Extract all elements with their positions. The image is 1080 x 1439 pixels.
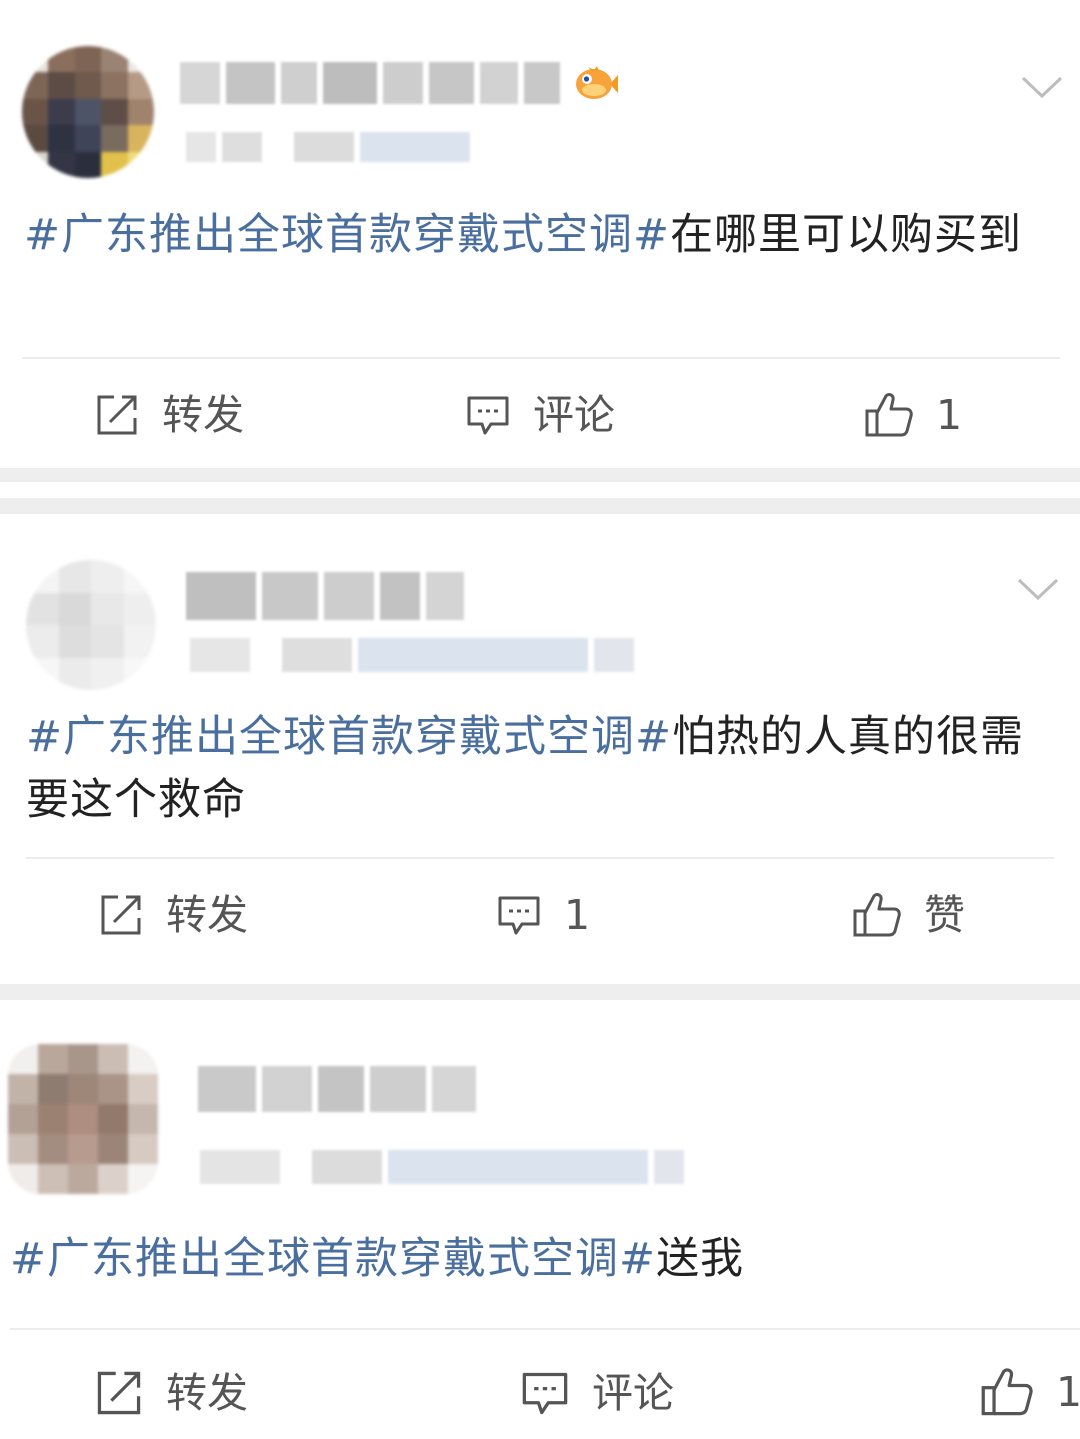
post-card: #广东推出全球首款穿戴式空调#送我 转发 评论 1: [0, 1000, 1080, 1439]
post-meta: [190, 638, 670, 672]
thumbs-up-icon: [865, 393, 913, 437]
post-text: #广东推出全球首款穿戴式空调#在哪里可以购买到: [24, 204, 1024, 267]
hashtag-link[interactable]: #广东推出全球首款穿戴式空调#: [24, 210, 670, 260]
username[interactable]: [180, 62, 560, 104]
like-button[interactable]: 赞: [852, 890, 965, 940]
comment-button[interactable]: 1: [496, 890, 590, 940]
divider: [22, 357, 1060, 359]
comment-icon: [498, 896, 540, 935]
like-count: 1: [936, 391, 963, 439]
like-count: 1: [1056, 1368, 1080, 1416]
repost-button[interactable]: 转发: [98, 890, 248, 940]
hashtag-link[interactable]: #广东推出全球首款穿戴式空调#: [26, 712, 672, 762]
like-label: 赞: [924, 891, 965, 939]
comment-icon: [467, 396, 509, 435]
comment-button[interactable]: 评论: [465, 390, 615, 440]
feed-separator: [0, 468, 1080, 482]
comment-label: 评论: [533, 391, 615, 439]
share-edit-icon: [97, 395, 137, 435]
avatar[interactable]: [26, 560, 156, 690]
comment-button[interactable]: 评论: [520, 1368, 674, 1418]
fish-badge-icon: [576, 66, 618, 99]
like-button[interactable]: 1: [980, 1366, 1080, 1418]
comment-icon: [522, 1372, 568, 1415]
share-edit-icon: [97, 1371, 141, 1415]
repost-label: 转发: [162, 391, 244, 439]
post-card: #广东推出全球首款穿戴式空调#怕热的人真的很需要这个救命 转发 1 赞: [0, 514, 1080, 984]
chevron-down-icon[interactable]: [1016, 576, 1060, 602]
like-button[interactable]: 1: [864, 390, 962, 440]
post-body-text: 在哪里可以购买到: [670, 210, 1023, 260]
hashtag-link[interactable]: #广东推出全球首款穿戴式空调#: [10, 1234, 656, 1284]
avatar[interactable]: [8, 1044, 158, 1194]
chevron-down-icon[interactable]: [1020, 74, 1064, 100]
feed-separator: [0, 984, 1080, 1000]
share-edit-icon: [101, 895, 141, 935]
comment-count: 1: [564, 891, 591, 939]
post-meta: [186, 132, 486, 162]
post-card: #广东推出全球首款穿戴式空调#在哪里可以购买到 转发 评论 1: [0, 0, 1080, 468]
feed-separator: [0, 498, 1080, 514]
comment-label: 评论: [592, 1369, 674, 1417]
post-meta: [200, 1150, 690, 1184]
post-text: #广东推出全球首款穿戴式空调#送我: [10, 1228, 1070, 1291]
post-text: #广东推出全球首款穿戴式空调#怕热的人真的很需要这个救命: [26, 706, 1056, 832]
post-body-text: 送我: [656, 1234, 745, 1284]
divider: [10, 1328, 1080, 1330]
thumbs-up-icon: [981, 1368, 1033, 1416]
username[interactable]: [186, 572, 466, 620]
repost-button[interactable]: 转发: [94, 390, 244, 440]
username[interactable]: [198, 1066, 498, 1112]
repost-label: 转发: [166, 1369, 248, 1417]
divider: [26, 857, 1054, 859]
avatar[interactable]: [22, 46, 154, 178]
repost-label: 转发: [166, 891, 248, 939]
thumbs-up-icon: [853, 893, 901, 937]
repost-button[interactable]: 转发: [94, 1368, 248, 1418]
